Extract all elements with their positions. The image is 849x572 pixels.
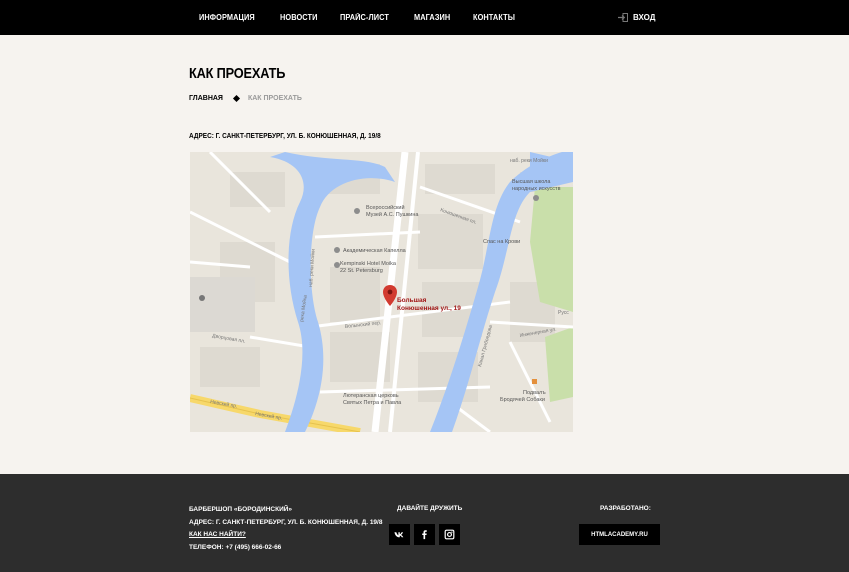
login-link[interactable]: ВХОД [618, 0, 655, 35]
svg-text:Русс: Русс [558, 310, 569, 316]
developer-title: РАЗРАБОТАНО: [600, 505, 651, 512]
svg-text:наб. реки Мойки: наб. реки Мойки [510, 157, 548, 164]
nav-link-shop[interactable]: МАГАЗИН [414, 13, 450, 22]
footer: БАРБЕРШОП «БОРОДИНСКИЙ» АДРЕС: Г. САНКТ-… [0, 474, 849, 572]
htmlacademy-link[interactable]: HTMLACADEMY.RU [579, 524, 660, 545]
main-nav: ИНФОРМАЦИЯ НОВОСТИ ПРАЙС-ЛИСТ МАГАЗИН КО… [199, 0, 539, 35]
vk-button[interactable] [389, 524, 410, 545]
footer-how-to-find-link[interactable]: КАК НАС НАЙТИ? [189, 531, 246, 538]
facebook-button[interactable] [414, 524, 435, 545]
social-title: ДАВАЙТЕ ДРУЖИТЬ [397, 505, 463, 512]
footer-phone: ТЕЛЕФОН: +7 (495) 666-02-66 [189, 543, 282, 551]
svg-text:22 St. Petersburg: 22 St. Petersburg [340, 268, 383, 274]
footer-address: АДРЕС: Г. САНКТ-ПЕТЕРБУРГ, УЛ. Б. КОНЮШЕ… [189, 518, 383, 526]
svg-text:народных искусств: народных искусств [512, 186, 561, 192]
nav-link-information[interactable]: ИНФОРМАЦИЯ [199, 13, 255, 22]
nav-link-contacts[interactable]: КОНТАКТЫ [473, 13, 515, 22]
breadcrumb: ГЛАВНАЯ КАК ПРОЕХАТЬ [189, 94, 302, 103]
instagram-icon [444, 529, 455, 540]
svg-text:Спас на Крови: Спас на Крови [483, 239, 520, 245]
svg-text:Конюшенная ул., 19: Конюшенная ул., 19 [397, 305, 461, 312]
breadcrumb-home-link[interactable]: ГЛАВНАЯ [189, 95, 223, 102]
nav-link-news[interactable]: НОВОСТИ [280, 13, 317, 22]
svg-text:Лютеранская церковь: Лютеранская церковь [343, 393, 399, 399]
login-icon [618, 13, 628, 22]
login-label: ВХОД [633, 13, 656, 22]
svg-text:Всероссийский: Всероссийский [366, 204, 405, 211]
breadcrumb-current: КАК ПРОЕХАТЬ [247, 95, 302, 102]
breadcrumb-separator-icon [232, 94, 241, 103]
nav-link-price-list[interactable]: ПРАЙС-ЛИСТ [340, 13, 389, 22]
footer-contacts: БАРБЕРШОП «БОРОДИНСКИЙ» АДРЕС: Г. САНКТ-… [189, 504, 382, 554]
facebook-icon [422, 530, 427, 540]
svg-text:Kempinski Hotel Moika: Kempinski Hotel Moika [340, 261, 397, 267]
address-text: АДРЕС: Г. САНКТ-ПЕТЕРБУРГ, УЛ. Б. КОНЮШЕ… [189, 133, 381, 140]
top-navigation-bar: ИНФОРМАЦИЯ НОВОСТИ ПРАЙС-ЛИСТ МАГАЗИН КО… [0, 0, 849, 35]
svg-text:Подвалъ: Подвалъ [523, 390, 546, 396]
svg-text:Высшая школа: Высшая школа [512, 179, 551, 185]
svg-text:Святых Петра и Павла: Святых Петра и Павла [343, 400, 402, 406]
svg-text:Музей А.С. Пушкина: Музей А.С. Пушкина [366, 211, 419, 218]
svg-text:Большая: Большая [397, 297, 427, 304]
location-map[interactable]: река Мойка наб. реки Мойки Канал Грибоед… [190, 152, 573, 432]
svg-text:Академическая Капелла: Академическая Капелла [343, 248, 407, 254]
svg-text:Бродячей Собаки: Бродячей Собаки [500, 396, 545, 403]
instagram-button[interactable] [439, 524, 460, 545]
page-title: КАК ПРОЕХАТЬ [189, 65, 286, 82]
footer-company-name: БАРБЕРШОП «БОРОДИНСКИЙ» [189, 506, 293, 513]
vk-icon [394, 532, 404, 538]
social-links [389, 524, 464, 545]
